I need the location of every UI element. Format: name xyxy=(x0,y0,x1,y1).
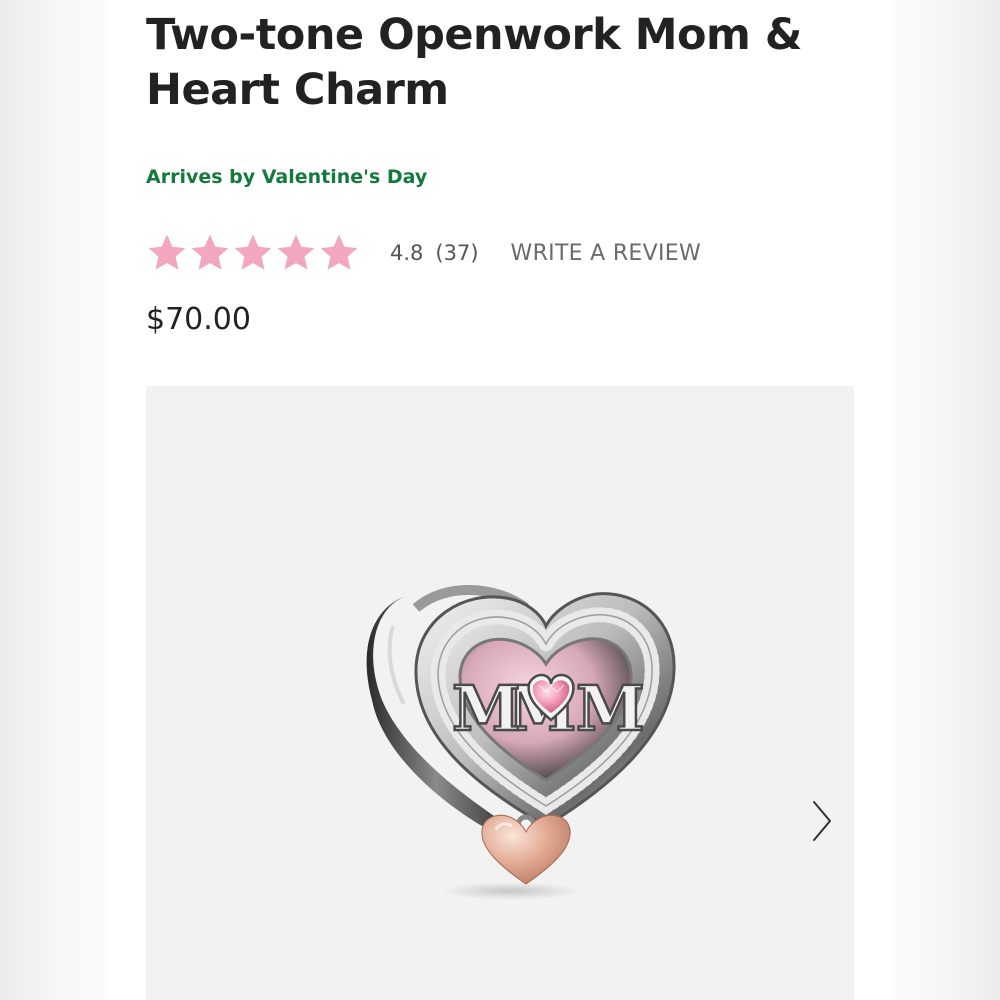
rating-row: 4.8 (37) WRITE A REVIEW xyxy=(146,228,701,278)
rating-value: 4.8 xyxy=(390,241,424,265)
star-icon xyxy=(234,234,272,270)
rating-stars xyxy=(146,232,360,274)
product-image-gallery[interactable]: M M M xyxy=(146,386,854,1000)
charm-product-image: M M M xyxy=(366,585,676,900)
star-icon xyxy=(277,234,315,270)
delivery-estimate: Arrives by Valentine's Day xyxy=(146,166,428,188)
star-icon xyxy=(320,234,358,270)
star-icon xyxy=(191,234,229,270)
svg-text:M: M xyxy=(452,672,521,745)
product-price: $70.00 xyxy=(146,302,251,337)
write-review-link[interactable]: WRITE A REVIEW xyxy=(511,241,701,266)
product-card: Two-tone Openwork Mom & Heart Charm Arri… xyxy=(107,0,893,1000)
product-title: Two-tone Openwork Mom & Heart Charm xyxy=(146,10,802,115)
star-icon xyxy=(148,234,186,270)
review-count[interactable]: (37) xyxy=(435,241,478,265)
svg-text:M: M xyxy=(576,672,645,745)
chevron-right-icon[interactable] xyxy=(806,796,836,846)
